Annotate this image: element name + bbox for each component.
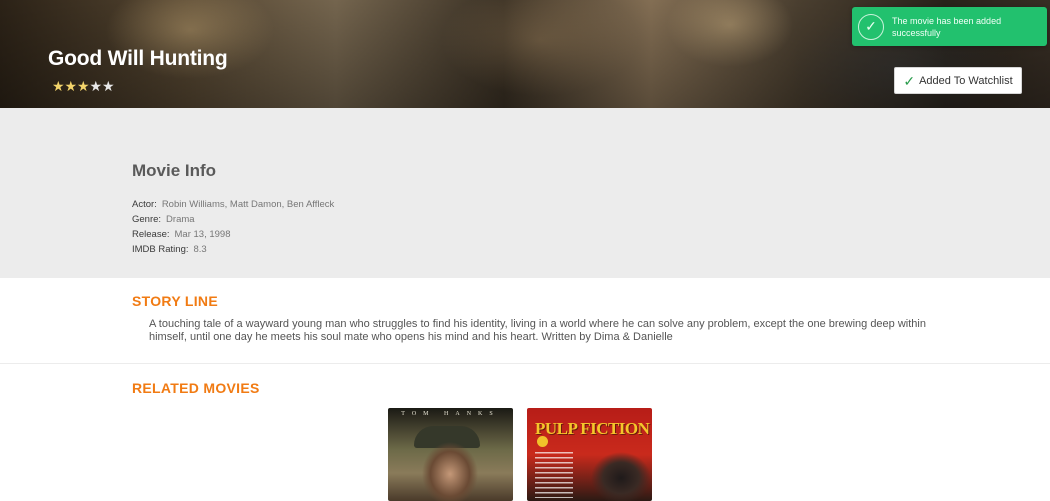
check-circle-icon: ✓ (858, 13, 884, 40)
related-movies-heading: RELATED MOVIES (132, 380, 260, 396)
story-line-heading: STORY LINE (132, 293, 218, 309)
info-label: Genre: (132, 214, 162, 225)
info-row-genre: Genre: Drama (132, 212, 334, 227)
info-value: 8.3 (193, 244, 207, 255)
toast-message: The movie has been added successfully (892, 15, 1002, 38)
story-line-text: A touching tale of a wayward young man w… (149, 318, 926, 343)
watchlist-button-label: Added To Watchlist (919, 74, 1013, 87)
movie-title: Good Will Hunting (48, 47, 228, 70)
related-movie-poster[interactable]: TOM HANKS (388, 408, 513, 501)
info-value: Mar 13, 1998 (174, 229, 231, 240)
info-row-release: Release: Mar 13, 1998 (132, 227, 334, 242)
star-icon: ★ (102, 78, 115, 94)
rating-stars: ★★★★★ (52, 78, 115, 95)
info-label: Actor: (132, 199, 157, 210)
related-movie-poster[interactable]: PULP FICTION (527, 408, 652, 501)
info-row-actor: Actor: Robin Williams, Matt Damon, Ben Af… (132, 197, 334, 212)
poster-logo: PULP FICTION (535, 419, 650, 438)
star-icon: ★ (77, 78, 90, 94)
success-toast[interactable]: ✓ The movie has been added successfully (852, 7, 1047, 46)
movie-info-list: Actor: Robin Williams, Matt Damon, Ben Af… (132, 197, 334, 257)
movie-info-section: Movie Info Actor: Robin Williams, Matt Da… (0, 108, 1050, 278)
star-icon: ★ (52, 78, 65, 94)
info-row-imdb-rating: IMDB Rating: 8.3 (132, 242, 334, 257)
star-icon: ★ (64, 78, 78, 94)
story-line-section: STORY LINE A touching tale of a wayward … (0, 278, 1050, 364)
poster-caption: TOM HANKS (401, 411, 500, 417)
star-icon: ★ (89, 78, 103, 94)
info-label: Release: (132, 229, 170, 240)
info-value: Drama (166, 214, 195, 225)
info-value: Robin Williams, Matt Damon, Ben Affleck (161, 199, 335, 210)
check-icon: ✓ (903, 72, 916, 89)
movie-info-title: Movie Info (132, 161, 217, 180)
info-label: IMDB Rating: (132, 244, 189, 255)
watchlist-button[interactable]: ✓ Added To Watchlist (894, 67, 1022, 94)
